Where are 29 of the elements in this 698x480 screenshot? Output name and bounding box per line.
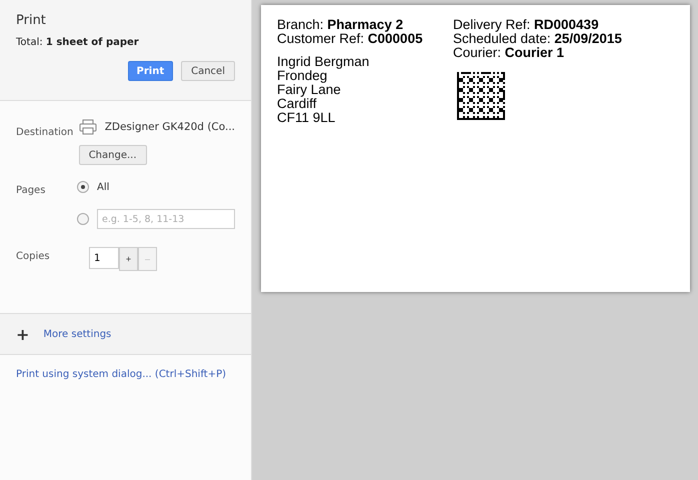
- label-line: Branch: Pharmacy 2: [277, 18, 404, 32]
- label-line: Courier: Courier 1: [453, 46, 566, 60]
- option-label: All: [97, 182, 110, 192]
- setting-label: Copies: [16, 250, 51, 264]
- setting-label: Pages: [16, 184, 46, 198]
- address-line: Ingrid Bergman: [277, 55, 370, 69]
- radio-button[interactable]: [77, 181, 89, 193]
- total-sheets-text: Total: 1 sheet of paper: [16, 37, 140, 48]
- increment-button[interactable]: +: [119, 247, 138, 271]
- dialog-title: Print: [16, 13, 47, 28]
- label-line: Delivery Ref: RD000439: [453, 18, 600, 32]
- cancel-button[interactable]: Cancel: [181, 61, 235, 81]
- address-line: CF11 9LL: [277, 111, 336, 125]
- label-line: Customer Ref: C000005: [277, 32, 424, 46]
- printer-name: ZDesigner GK420d (Co...: [104, 121, 235, 133]
- system-dialog-link[interactable]: Print using system dialog... (Ctrl+Shift+P): [16, 369, 226, 380]
- address-line: Cardiff: [277, 97, 318, 111]
- address-line: Fairy Lane: [277, 83, 342, 97]
- copies-field[interactable]: 1: [89, 247, 119, 269]
- address-line: Frondeg: [277, 69, 328, 83]
- label-line: Scheduled date: 25/09/2015: [453, 32, 623, 46]
- matrix-barcode: [457, 72, 505, 120]
- radio-button[interactable]: [77, 213, 89, 225]
- change-button[interactable]: Change...: [78, 145, 147, 165]
- more-settings-link[interactable]: More settings: [43, 328, 112, 340]
- setting-label: Destination: [16, 126, 74, 140]
- page-range-field[interactable]: e.g. 1-5, 8, 11-13: [97, 209, 235, 229]
- printer-icon: [78, 119, 97, 135]
- expand-icon[interactable]: +: [16, 324, 30, 344]
